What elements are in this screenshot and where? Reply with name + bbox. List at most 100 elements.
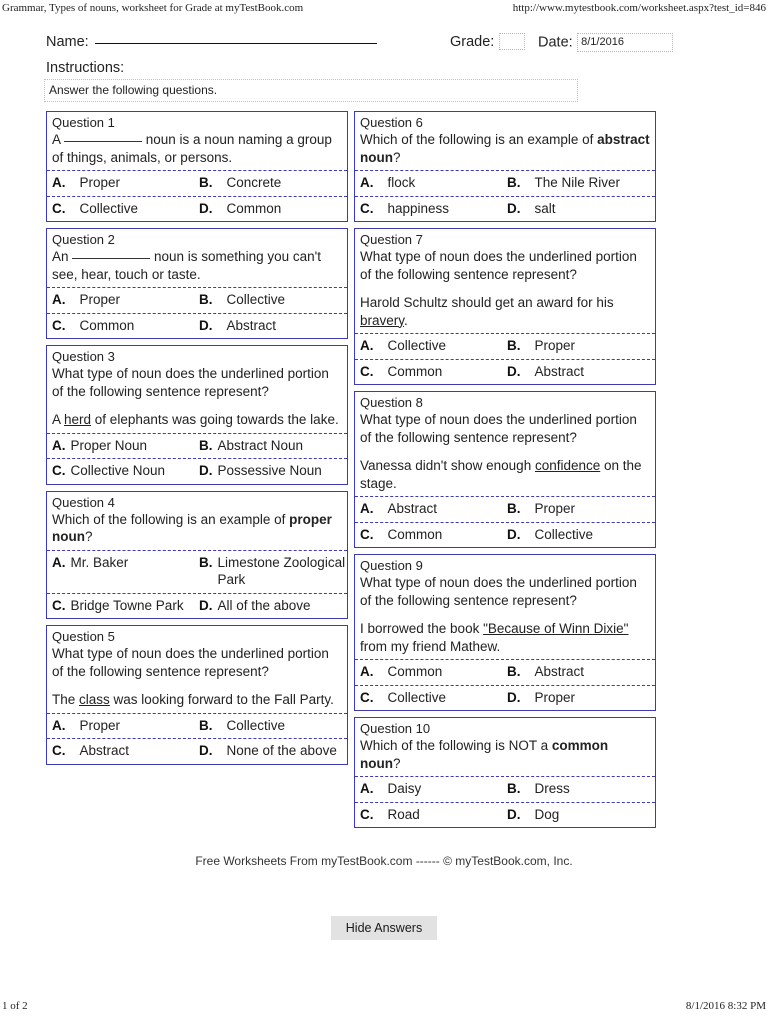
question-number: Question 10	[360, 721, 431, 736]
answer-letter: A.	[52, 175, 66, 190]
answer-text: None of the above	[226, 743, 337, 758]
answer-option-a[interactable]: A. Proper	[47, 174, 197, 192]
sentence-post: from my friend Mathew.	[360, 638, 501, 654]
answer-letter: C.	[52, 200, 66, 216]
answer-option-c[interactable]: C. Common	[355, 363, 505, 381]
answer-row: A. Proper Noun B. Abstract Noun	[47, 432, 347, 459]
answer-text: Common	[387, 526, 443, 542]
answer-option-c[interactable]: C. Common	[47, 317, 197, 335]
answer-option-d[interactable]: D. None of the above	[197, 742, 347, 760]
answer-option-d[interactable]: D. Common	[197, 200, 347, 218]
answer-letter: D.	[199, 317, 213, 333]
underlined-portion: confidence	[534, 458, 601, 473]
answer-option-d[interactable]: D. Dog	[505, 806, 655, 824]
answer-letter: A.	[52, 554, 66, 570]
prompt-pre: Which of the following is NOT a	[360, 738, 552, 753]
prompt-pre: Which of the following is an example of	[360, 132, 598, 147]
question-box-7: Question 7 What type of noun does the un…	[354, 228, 656, 385]
question-box-4: Question 4 Which of the following is an …	[46, 490, 348, 619]
answer-option-b[interactable]: B. Proper	[505, 337, 655, 355]
sentence-pre: Vanessa didn't show enough	[360, 458, 535, 473]
answer-option-b[interactable]: B. Abstract Noun	[197, 437, 347, 455]
answer-option-a[interactable]: A. Collective	[355, 337, 505, 355]
answer-option-a[interactable]: A. Mr. Baker	[47, 554, 197, 589]
name-label: Name:	[46, 34, 89, 50]
answer-option-d[interactable]: D. Abstract	[505, 363, 655, 381]
answer-letter: B.	[507, 781, 521, 796]
instructions-label: Instructions:	[46, 60, 125, 76]
answer-letter: D.	[199, 200, 213, 216]
answer-option-c[interactable]: C. Collective	[47, 200, 197, 218]
prompt-pre: Which of the following is an example of	[52, 511, 290, 527]
date-input[interactable]: 8/1/2016	[577, 33, 674, 52]
question-box-1: Question 1 A noun is a noun naming a gro…	[46, 111, 348, 222]
answer-text: All of the above	[217, 597, 311, 613]
answer-text: Abstract	[387, 501, 438, 516]
answer-letter: B.	[199, 175, 213, 190]
answer-option-c[interactable]: C. happiness	[355, 200, 505, 218]
answer-option-d[interactable]: D. Proper	[505, 689, 655, 707]
sentence-pre: A	[52, 412, 65, 427]
answer-option-a[interactable]: A. Daisy	[355, 780, 505, 798]
answer-option-c[interactable]: C. Common	[355, 526, 505, 544]
answer-option-d[interactable]: D. salt	[505, 200, 655, 218]
answer-letter: D.	[507, 200, 521, 216]
answer-text: Proper Noun	[70, 437, 148, 453]
answer-text: Road	[387, 806, 420, 822]
date-field-group: Date: 8/1/2016	[538, 33, 674, 52]
answer-text: Abstract	[79, 743, 130, 758]
answer-option-b[interactable]: B. Dress	[505, 780, 655, 798]
grade-input[interactable]	[498, 33, 525, 51]
answer-letter: C.	[52, 317, 66, 333]
answer-letter: C.	[52, 743, 66, 758]
name-field-group: Name:	[46, 33, 377, 51]
answer-row: C. Collective Noun D. Possessive Noun	[47, 458, 347, 484]
answer-option-b[interactable]: B. The Nile River	[505, 174, 655, 192]
underlined-portion: herd	[64, 412, 92, 427]
answer-option-c[interactable]: C. Bridge Towne Park	[47, 597, 197, 615]
answer-option-a[interactable]: A. Proper Noun	[47, 437, 197, 455]
answer-letter: C.	[360, 526, 374, 542]
answer-option-d[interactable]: D. All of the above	[197, 597, 347, 615]
answer-option-d[interactable]: D. Abstract	[197, 317, 347, 335]
answer-row: C. Common D. Abstract	[47, 312, 347, 339]
answer-option-d[interactable]: D. Possessive Noun	[197, 462, 347, 480]
answer-option-b[interactable]: B. Abstract	[505, 663, 655, 681]
answer-option-a[interactable]: A. Abstract	[355, 500, 505, 518]
prompt-post: ?	[393, 755, 401, 771]
answer-option-d[interactable]: D. Collective	[505, 526, 655, 544]
answer-text: Collective	[226, 717, 286, 733]
answer-option-c[interactable]: C. Collective	[355, 689, 505, 707]
question-stem: Which of the following is an example of …	[355, 131, 655, 170]
answer-option-b[interactable]: B. Proper	[505, 500, 655, 518]
answer-letter: A.	[360, 175, 374, 190]
answer-text: Abstract Noun	[217, 437, 304, 453]
answer-text: Bridge Towne Park	[70, 597, 184, 613]
answer-option-a[interactable]: A. flock	[355, 174, 505, 192]
answer-option-b[interactable]: B. Limestone Zoological Park	[197, 554, 347, 589]
answer-option-c[interactable]: C. Collective Noun	[47, 462, 197, 480]
answer-option-c[interactable]: C. Abstract	[47, 742, 197, 760]
answer-text: Dress	[534, 781, 570, 796]
answer-text: Collective	[79, 200, 139, 216]
answer-option-a[interactable]: A. Proper	[47, 717, 197, 735]
question-box-3: Question 3 What type of noun does the un…	[46, 345, 348, 485]
answer-option-a[interactable]: A. Proper	[47, 291, 197, 309]
answer-text: Proper	[79, 175, 121, 190]
answer-letter: D.	[507, 689, 521, 705]
question-stem: Which of the following is an example of …	[47, 511, 347, 550]
answer-letter: B.	[199, 554, 213, 570]
question-number: Question 8	[360, 395, 423, 410]
answer-text: Collective	[387, 338, 447, 353]
answer-row: C. Road D. Dog	[355, 801, 655, 828]
answer-option-c[interactable]: C. Road	[355, 806, 505, 824]
name-input-rule[interactable]	[94, 43, 377, 44]
answer-option-b[interactable]: B. Collective	[197, 291, 347, 309]
answer-option-a[interactable]: A. Common	[355, 663, 505, 681]
answer-option-b[interactable]: B. Concrete	[197, 174, 347, 192]
sentence-pre: Harold Schultz should get an award for h…	[360, 295, 614, 310]
answer-text: salt	[534, 200, 556, 216]
hide-answers-button[interactable]: Hide Answers	[330, 916, 438, 940]
answer-letter: A.	[52, 292, 66, 307]
answer-option-b[interactable]: B. Collective	[197, 717, 347, 735]
